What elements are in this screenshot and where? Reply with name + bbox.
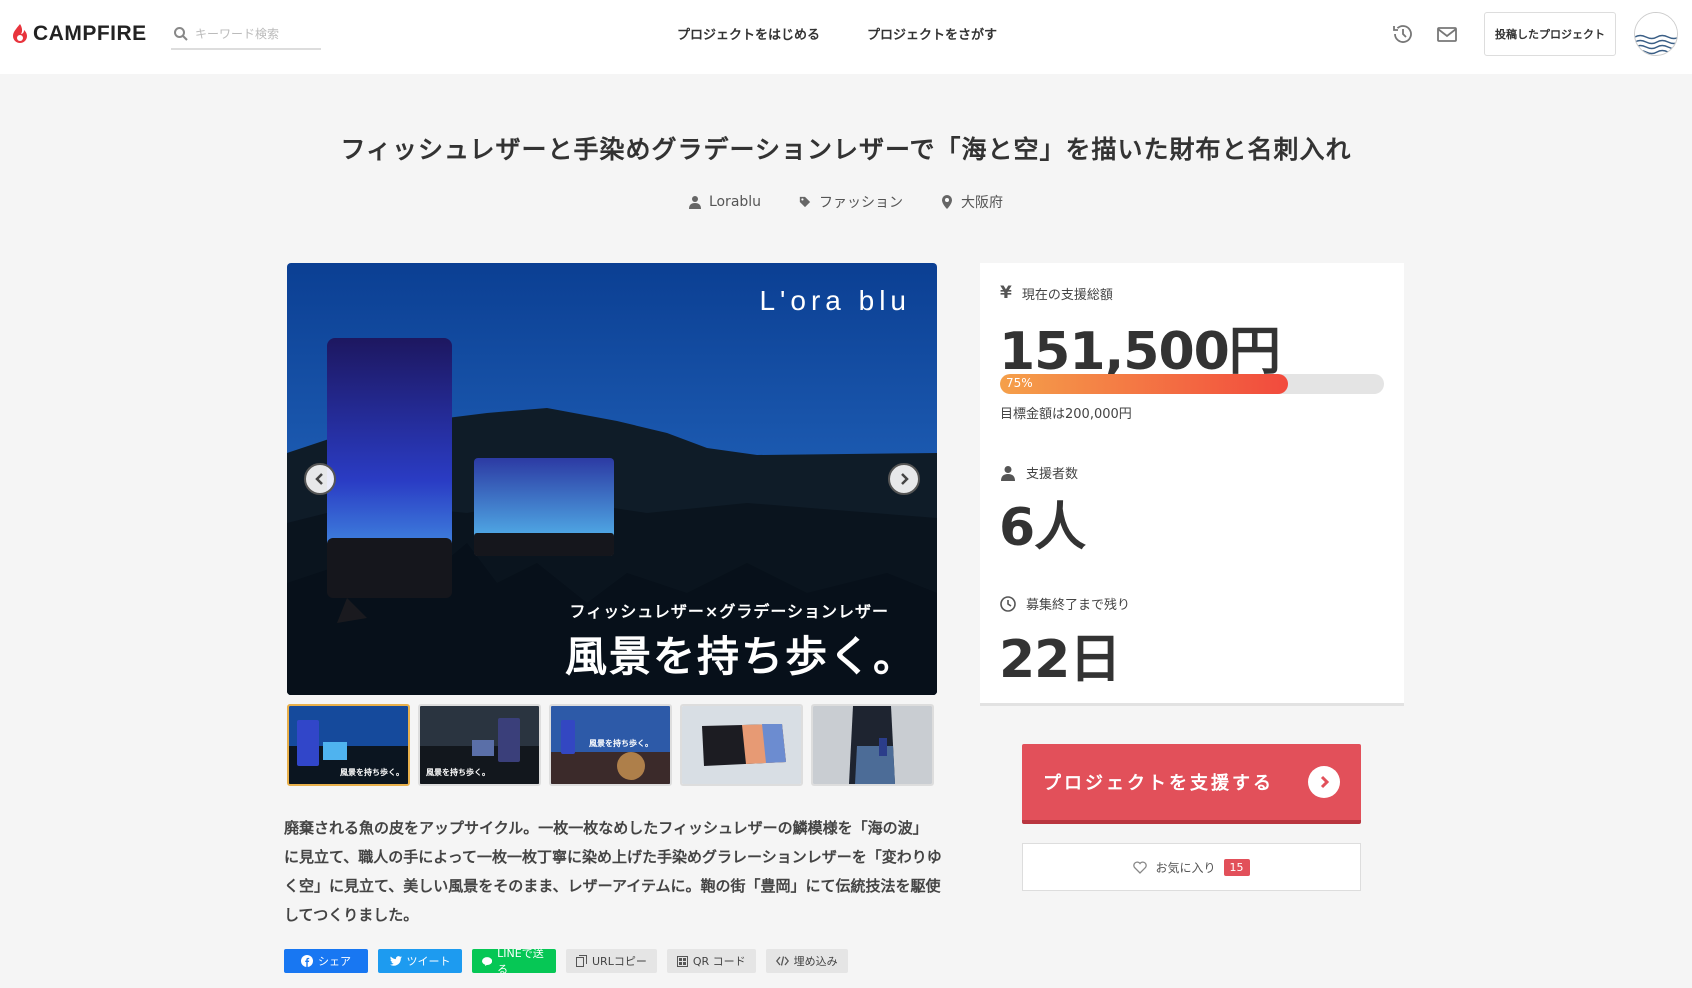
thumbnail-2-copy: 風景を持ち歩く。 bbox=[426, 768, 490, 777]
thumbnail-4-graphic bbox=[682, 706, 801, 784]
posted-projects-button[interactable]: 投稿したプロジェクト bbox=[1484, 12, 1616, 56]
funding-progress-percent: 75% bbox=[1006, 376, 1033, 390]
category-name: ファッション bbox=[819, 195, 904, 211]
funding-progress-bar: 75% bbox=[1000, 374, 1384, 394]
share-bar: シェア ツイート LINEで送る URLコピー QR コード 埋め込み bbox=[284, 947, 848, 976]
yen-icon: ¥ bbox=[1000, 283, 1012, 303]
thumbnail-4[interactable] bbox=[680, 704, 803, 786]
image-brand-text: L'ora blu bbox=[759, 285, 911, 316]
project-title: フィッシュレザーと手染めグラデーションレザーで「海と空」を描いた財布と名刺入れ bbox=[340, 135, 1352, 164]
thumbnail-3[interactable]: 風景を持ち歩く。 bbox=[549, 704, 672, 786]
favorite-label: お気に入り bbox=[1155, 860, 1216, 875]
embed-label: 埋め込み bbox=[793, 955, 838, 968]
backers-value: 6人 bbox=[999, 498, 1086, 558]
thumbnail-strip: 風景を持ち歩く。 風景を持ち歩く。 風景を持ち歩く。 bbox=[287, 704, 934, 786]
support-project-button[interactable]: プロジェクトを支援する bbox=[1022, 744, 1361, 824]
clock-icon bbox=[1000, 595, 1016, 612]
owner-name: Lorablu bbox=[708, 194, 762, 210]
total-amount-label-row: ¥ 現在の支援総額 bbox=[1000, 283, 1113, 303]
backers-label-row: 支援者数 bbox=[1000, 463, 1078, 482]
line-icon bbox=[482, 956, 493, 966]
remaining-label: 募集終了まで残り bbox=[1026, 598, 1131, 613]
funding-stats-card: ¥ 現在の支援総額 151,500円 75% 目標金額は200,000円 支援者… bbox=[980, 263, 1404, 706]
project-main-image[interactable]: L'ora blu フィッシュレザー×グラデーションレザー 風景を持ち歩く。 bbox=[287, 263, 937, 695]
chevron-left-icon bbox=[315, 473, 323, 485]
qr-code-icon bbox=[676, 955, 688, 967]
twitter-bird-icon bbox=[389, 955, 402, 966]
thumbnail-1-copy: 風景を持ち歩く。 bbox=[340, 768, 404, 777]
user-avatar[interactable] bbox=[1634, 12, 1678, 56]
facebook-share-label: シェア bbox=[318, 955, 351, 968]
thumbnail-3-copy: 風景を持ち歩く。 bbox=[589, 739, 653, 748]
prev-image-button[interactable] bbox=[304, 463, 336, 495]
remaining-label-row: 募集終了まで残り bbox=[1000, 594, 1130, 613]
next-image-button[interactable] bbox=[888, 463, 920, 495]
thumbnail-5[interactable] bbox=[811, 704, 934, 786]
thumbnail-1[interactable]: 風景を持ち歩く。 bbox=[287, 704, 410, 786]
total-amount-label: 現在の支援総額 bbox=[1021, 287, 1113, 303]
total-amount-value: 151,500円 bbox=[999, 322, 1281, 382]
facebook-share-button[interactable]: シェア bbox=[284, 949, 368, 973]
search-input[interactable] bbox=[195, 27, 315, 41]
owner-link[interactable]: Lorablu bbox=[688, 192, 762, 212]
embed-button[interactable]: 埋め込み bbox=[765, 949, 848, 973]
qr-code-button[interactable]: QR コード bbox=[666, 949, 756, 973]
location-link[interactable]: 大阪府 bbox=[941, 192, 1003, 212]
nav-start-project[interactable]: プロジェクトをはじめる bbox=[677, 24, 820, 43]
copy-icon bbox=[576, 955, 587, 967]
site-header: CAMPFIRE プロジェクトをはじめる プロジェクトをさがす 投稿したプロジェ… bbox=[0, 0, 1692, 74]
facebook-icon bbox=[301, 955, 313, 967]
heart-icon bbox=[1133, 860, 1148, 874]
url-copy-label: URLコピー bbox=[592, 955, 647, 968]
thumbnail-5-graphic bbox=[813, 706, 932, 784]
remaining-value: 22日 bbox=[999, 630, 1121, 690]
support-project-label: プロジェクトを支援する bbox=[1043, 773, 1274, 794]
logo-text: CAMPFIRE bbox=[33, 22, 147, 45]
favorite-button[interactable]: お気に入り 15 bbox=[1022, 843, 1361, 891]
category-link[interactable]: ファッション bbox=[799, 192, 903, 212]
campfire-logo[interactable]: CAMPFIRE bbox=[12, 22, 147, 46]
support-arrow-icon bbox=[1308, 766, 1340, 798]
goal-amount: 目標金額は200,000円 bbox=[1000, 407, 1132, 422]
mail-icon[interactable] bbox=[1435, 22, 1459, 46]
url-copy-button[interactable]: URLコピー bbox=[566, 949, 657, 973]
person-icon bbox=[1001, 465, 1015, 481]
thumbnail-2[interactable]: 風景を持ち歩く。 bbox=[418, 704, 541, 786]
image-copy: 風景を持ち歩く。 bbox=[564, 632, 917, 681]
tag-icon bbox=[799, 196, 811, 208]
backers-label: 支援者数 bbox=[1026, 467, 1079, 482]
search-box[interactable] bbox=[171, 20, 321, 50]
project-description: 廃棄される魚の皮をアップサイクル。一枚一枚なめしたフィッシュレザーの鱗模様を「海… bbox=[284, 819, 942, 924]
map-pin-icon bbox=[942, 195, 953, 209]
avatar-wave-icon bbox=[1635, 13, 1677, 55]
twitter-share-button[interactable]: ツイート bbox=[378, 949, 462, 973]
favorite-count-badge: 15 bbox=[1223, 858, 1250, 876]
funding-progress-fill bbox=[1000, 374, 1288, 394]
chevron-right-icon bbox=[901, 473, 909, 485]
project-meta: Lorablu ファッション 大阪府 bbox=[0, 192, 1692, 212]
line-share-button[interactable]: LINEで送る bbox=[472, 947, 556, 976]
flame-icon bbox=[13, 24, 27, 43]
nav-find-project[interactable]: プロジェクトをさがす bbox=[867, 24, 997, 43]
twitter-share-label: ツイート bbox=[406, 955, 451, 968]
search-icon bbox=[174, 27, 188, 41]
image-subcopy: フィッシュレザー×グラデーションレザー bbox=[569, 602, 889, 621]
code-icon bbox=[775, 956, 789, 966]
qr-code-label: QR コード bbox=[692, 955, 746, 968]
line-share-label: LINEで送る bbox=[497, 947, 544, 976]
location-name: 大阪府 bbox=[961, 195, 1004, 211]
user-icon bbox=[688, 196, 701, 209]
history-icon[interactable] bbox=[1391, 22, 1415, 46]
